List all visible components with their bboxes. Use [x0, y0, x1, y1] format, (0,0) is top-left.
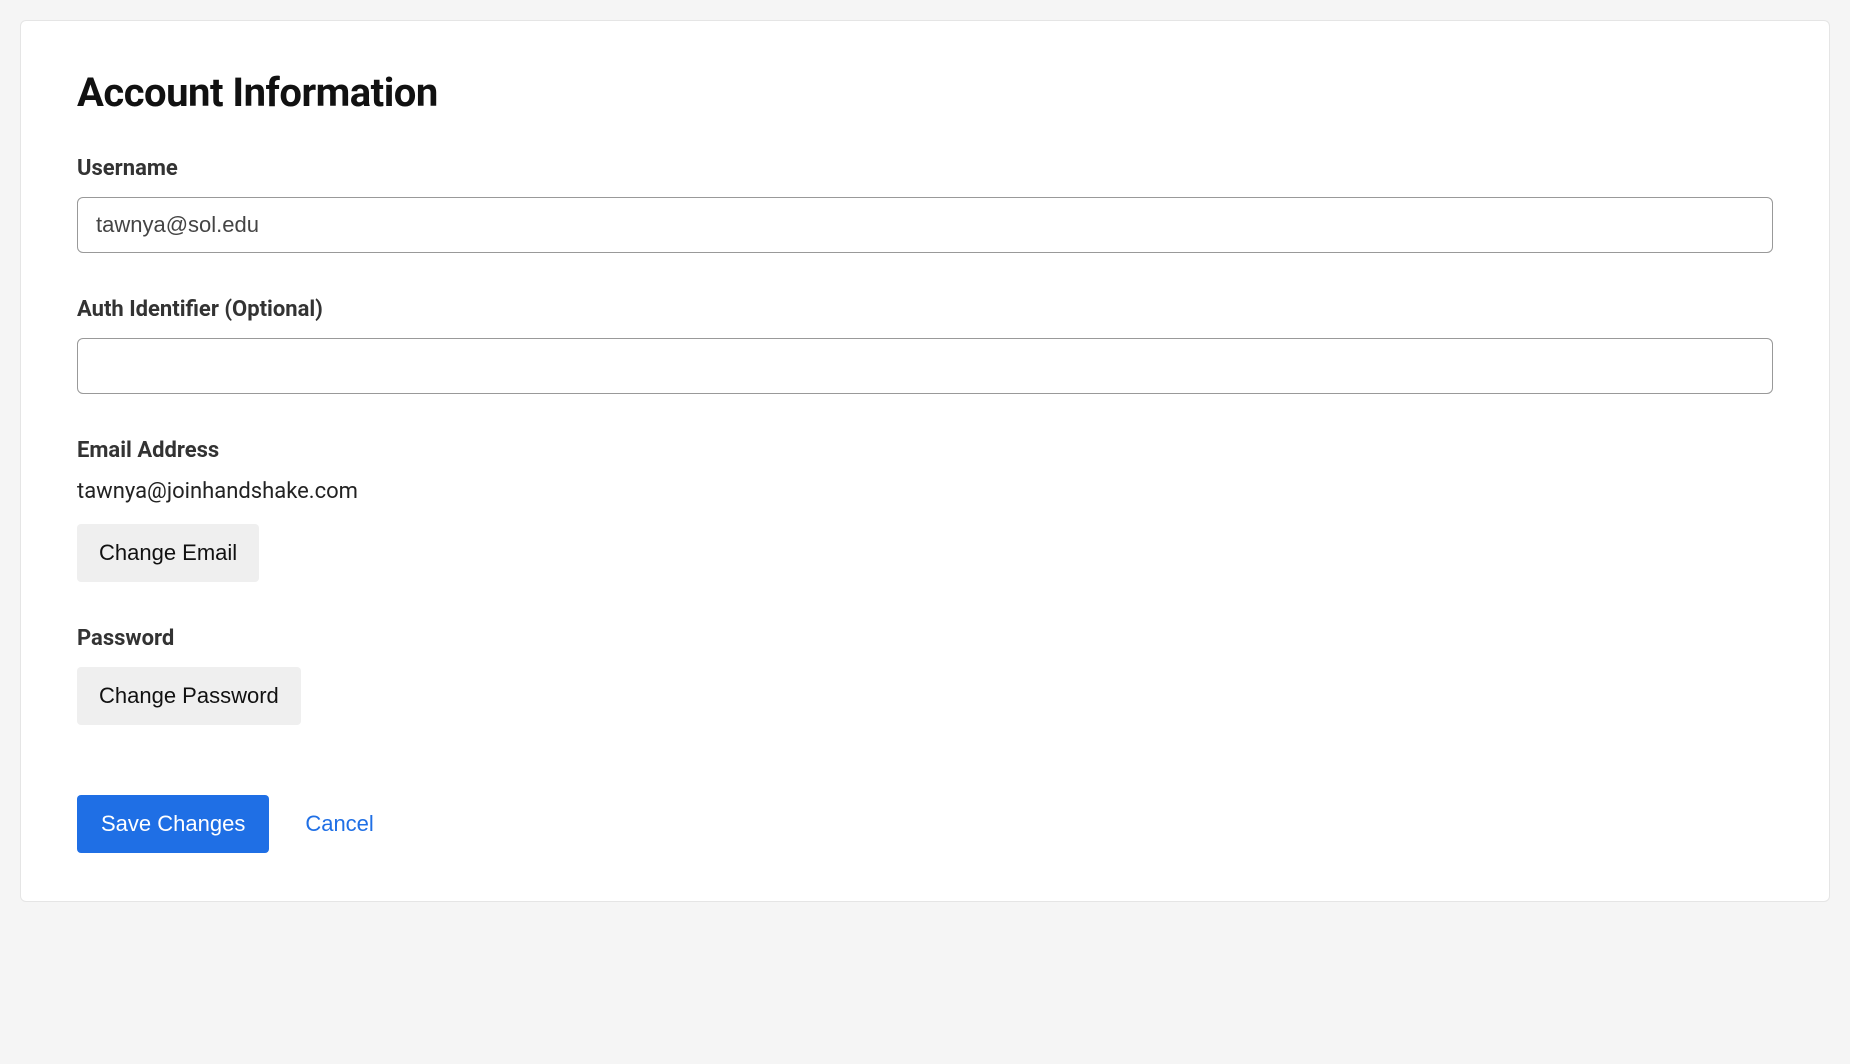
action-row: Save Changes Cancel — [77, 795, 1773, 853]
page-title: Account Information — [77, 69, 1773, 116]
auth-identifier-field-group: Auth Identifier (Optional) — [77, 297, 1773, 394]
account-information-card: Account Information Username Auth Identi… — [20, 20, 1830, 902]
cancel-button[interactable]: Cancel — [305, 811, 373, 837]
username-field-group: Username — [77, 156, 1773, 253]
change-email-button[interactable]: Change Email — [77, 524, 259, 582]
password-field-group: Password Change Password — [77, 626, 1773, 725]
change-password-button[interactable]: Change Password — [77, 667, 301, 725]
email-field-group: Email Address tawnya@joinhandshake.com C… — [77, 438, 1773, 582]
auth-identifier-input[interactable] — [77, 338, 1773, 394]
save-changes-button[interactable]: Save Changes — [77, 795, 269, 853]
auth-identifier-label: Auth Identifier (Optional) — [77, 297, 1773, 322]
username-label: Username — [77, 156, 1773, 181]
username-input[interactable] — [77, 197, 1773, 253]
email-value: tawnya@joinhandshake.com — [77, 479, 1773, 504]
email-label: Email Address — [77, 438, 1773, 463]
password-label: Password — [77, 626, 1773, 651]
